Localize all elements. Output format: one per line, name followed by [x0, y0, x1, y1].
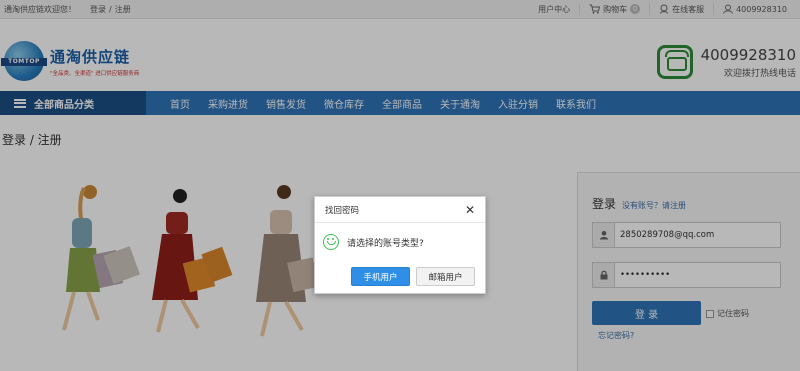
smile-icon: [323, 234, 339, 250]
close-icon[interactable]: ✕: [465, 203, 475, 217]
dialog-message: 请选择的账号类型?: [347, 238, 424, 249]
phone-user-button[interactable]: 手机用户: [351, 267, 410, 286]
email-user-button[interactable]: 邮箱用户: [416, 267, 475, 286]
modal-overlay: [0, 0, 800, 371]
find-password-dialog: 找回密码 ✕ 请选择的账号类型? 手机用户 邮箱用户: [314, 196, 486, 294]
dialog-title: 找回密码: [325, 205, 360, 216]
